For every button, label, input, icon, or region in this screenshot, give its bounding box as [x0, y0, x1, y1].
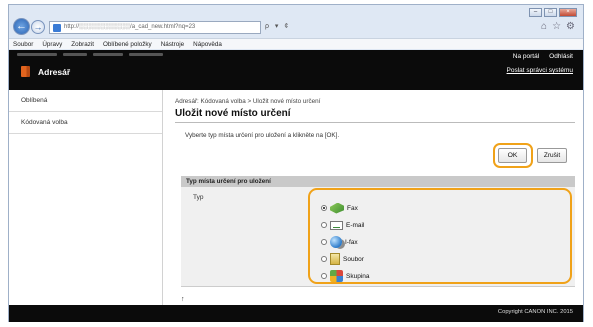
- radio-file[interactable]: [321, 256, 327, 262]
- address-text: http://░░░░░░░░░░░░/a_cad_new.html?nq=23: [64, 24, 196, 30]
- copyright-text: Copyright CANON INC. 2015: [497, 309, 573, 315]
- address-bar[interactable]: http://░░░░░░░░░░░░/a_cad_new.html?nq=23: [49, 21, 261, 34]
- settings-gear-icon[interactable]: ⚙: [566, 21, 575, 32]
- favorites-star-icon[interactable]: ☆: [552, 21, 561, 32]
- option-ifax[interactable]: I-fax: [321, 235, 358, 249]
- device-info-blurred: [17, 53, 187, 58]
- header-links: Na portál Odhlásit: [513, 53, 573, 60]
- option-group[interactable]: Skupina: [321, 269, 370, 283]
- page-header: Na portál Odhlásit Poslat správci systém…: [9, 50, 583, 90]
- web-page: Na portál Odhlásit Poslat správci systém…: [9, 50, 583, 322]
- browser-toolbar-icons: ⌂ ☆ ⚙: [541, 21, 575, 32]
- instruction-text: Vyberte typ místa určení pro uložení a k…: [185, 132, 340, 139]
- sidebar-item-coded-dial[interactable]: Kódovaná volba: [9, 112, 162, 134]
- fax-icon: [330, 202, 344, 214]
- file-icon: [330, 253, 340, 265]
- home-icon[interactable]: ⌂: [541, 21, 547, 32]
- portal-link[interactable]: Na portál: [513, 53, 539, 60]
- ifax-icon: [330, 236, 342, 248]
- radio-group[interactable]: [321, 273, 327, 279]
- option-email[interactable]: E-mail: [321, 218, 364, 232]
- type-label: Typ: [193, 194, 204, 201]
- group-icon: [330, 270, 343, 282]
- menu-item-edit[interactable]: Úpravy: [42, 41, 62, 48]
- option-label-file: Soubor: [343, 255, 364, 263]
- app-title-text: Adresář: [38, 66, 71, 77]
- option-fax[interactable]: Fax: [321, 201, 358, 215]
- option-label-ifax: I-fax: [345, 238, 358, 246]
- option-label-email: E-mail: [346, 221, 365, 229]
- option-label-fax: Fax: [347, 204, 358, 212]
- back-to-top-icon[interactable]: ↑: [181, 296, 185, 303]
- address-tools[interactable]: ρ ▾ ¢: [265, 22, 290, 30]
- admin-mail-link[interactable]: Poslat správci systému: [507, 67, 573, 74]
- section-header: Typ místa určení pro uložení: [181, 176, 575, 187]
- title-divider: [175, 122, 575, 123]
- back-arrow-icon[interactable]: ←: [13, 18, 30, 35]
- radio-ifax[interactable]: [321, 239, 327, 245]
- sidebar-item-favorites[interactable]: Oblíbená: [9, 90, 162, 112]
- page-footer: Copyright CANON INC. 2015: [9, 305, 583, 322]
- favicon-icon: [53, 24, 61, 32]
- menu-item-view[interactable]: Zobrazit: [71, 41, 94, 48]
- forward-arrow-icon[interactable]: →: [31, 20, 45, 34]
- menu-item-file[interactable]: Soubor: [13, 41, 33, 48]
- browser-window: – □ × ← → http://░░░░░░░░░░░░/a_cad_new.…: [8, 4, 584, 322]
- breadcrumb: Adresář: Kódovaná volba > Uložit nové mí…: [175, 98, 321, 105]
- screenshot-frame: – □ × ← → http://░░░░░░░░░░░░/a_cad_new.…: [0, 0, 593, 327]
- sidebar: Oblíbená Kódovaná volba: [9, 90, 163, 305]
- logout-link[interactable]: Odhlásit: [549, 53, 573, 60]
- menu-item-tools[interactable]: Nástroje: [161, 41, 184, 48]
- address-book-icon: [21, 66, 30, 77]
- menu-item-help[interactable]: Nápověda: [193, 41, 222, 48]
- email-icon: [330, 220, 343, 230]
- cancel-button[interactable]: Zrušit: [537, 148, 567, 163]
- option-label-group: Skupina: [346, 272, 370, 280]
- menu-bar: Soubor Úpravy Zobrazit Oblíbené položky …: [9, 38, 583, 49]
- browser-navbar: ← → http://░░░░░░░░░░░░/a_cad_new.html?n…: [9, 16, 583, 38]
- ok-button[interactable]: OK: [498, 148, 527, 163]
- app-title: Adresář: [21, 66, 70, 77]
- page-title: Uložit nové místo určení: [175, 108, 291, 119]
- radio-email[interactable]: [321, 222, 327, 228]
- main-content: Adresář: Kódovaná volba > Uložit nové mí…: [171, 90, 579, 305]
- menu-item-favorites[interactable]: Oblíbené položky: [103, 41, 152, 48]
- radio-fax[interactable]: [321, 205, 327, 211]
- option-file[interactable]: Soubor: [321, 252, 364, 266]
